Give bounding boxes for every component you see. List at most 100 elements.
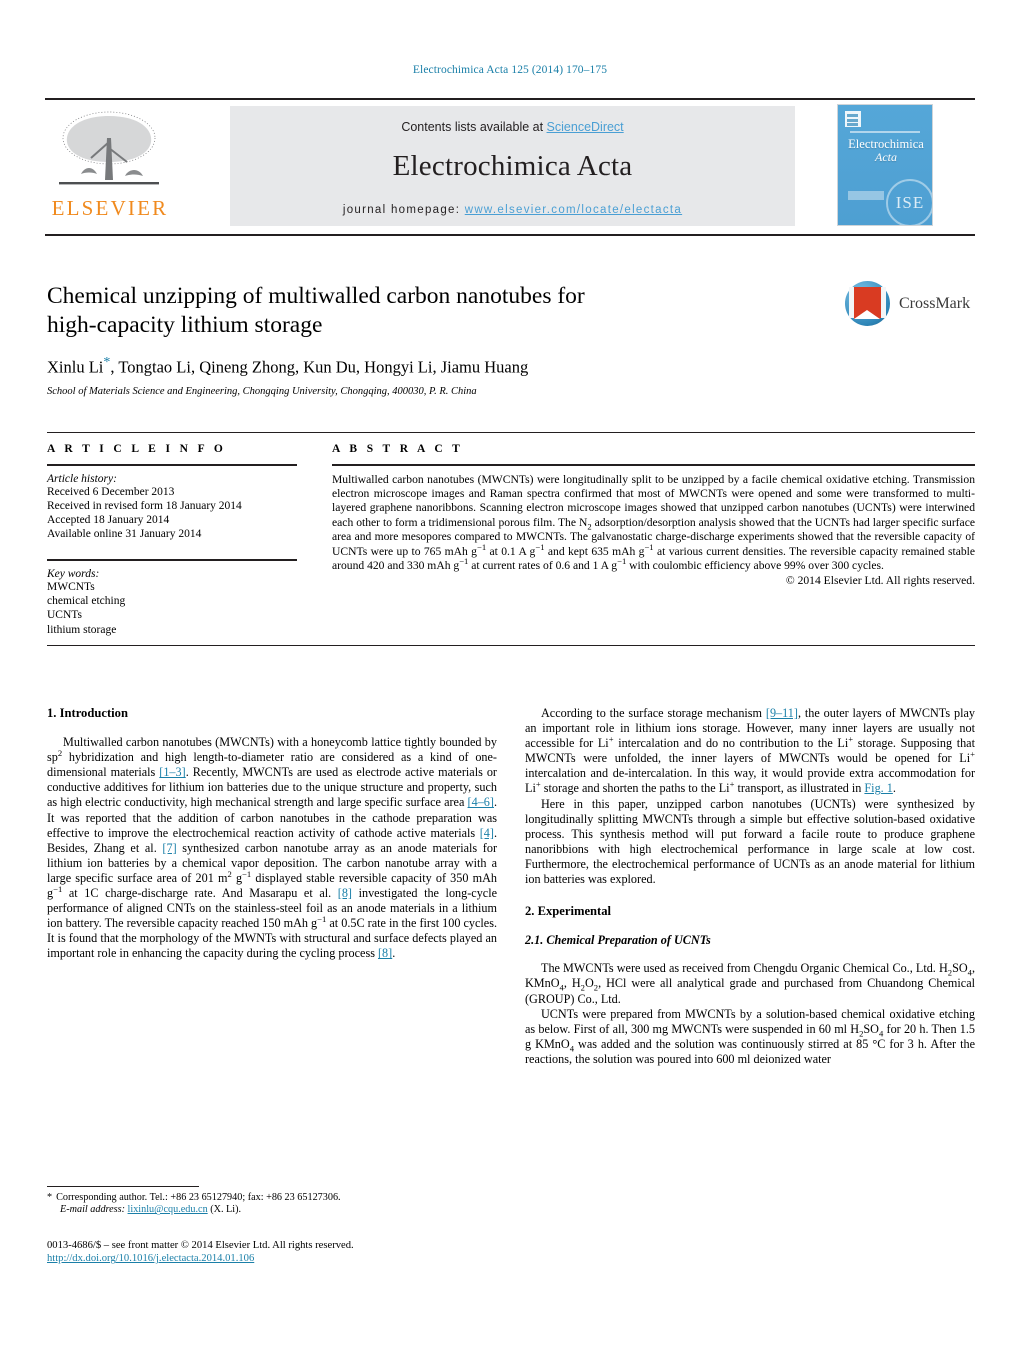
journal-homepage-line: journal homepage: www.elsevier.com/locat… [230,204,795,216]
text-run: SO [863,1021,879,1036]
info-bottom-rule [47,645,975,646]
author-first: Xinlu Li [47,357,104,377]
keyword-item: chemical etching [47,595,126,608]
abstract-sup: −1 [535,541,545,552]
journal-homepage-link[interactable]: www.elsevier.com/locate/electacta [465,204,682,216]
superscript: + [970,749,975,760]
email-label: E-mail address: [60,1204,125,1216]
citation-link[interactable]: [4] [480,826,494,840]
text-run: transport, as illustrated in [734,781,865,796]
article-info-heading: A R T I C L E I N F O [47,443,227,455]
masthead-center-box: Contents lists available at ScienceDirec… [230,106,795,226]
sciencedirect-link[interactable]: ScienceDirect [547,120,624,134]
imprint-block: 0013-4686/$ – see front matter © 2014 El… [47,1239,497,1266]
abstract-copyright: © 2014 Elsevier Ltd. All rights reserved… [785,574,975,588]
cover-title: Electrochimica Acta [838,137,932,164]
abstract-sup: −1 [476,541,487,552]
abstract-column: A B S T R A C T Multiwalled carbon nanot… [332,443,975,587]
preparation-paragraph: UCNTs were prepared from MWCNTs by a sol… [525,1007,975,1067]
abstract-heading: A B S T R A C T [332,443,464,455]
text-run: g [231,870,243,885]
article-info-rule [47,464,297,466]
subsection-heading-chemical-preparation: 2.1. Chemical Preparation of UCNTs [525,933,711,948]
text-run: , H [563,976,581,991]
contents-line: Contents lists available at ScienceDirec… [230,106,795,134]
text-run: storage and shorten the paths to the Li [540,781,730,796]
superscript: −1 [53,883,63,894]
text-run: The MWCNTs were used as received from Ch… [541,961,948,976]
footnote-text: Corresponding author. Tel.: +86 23 65127… [56,1192,341,1203]
article-history-label: Article history: [47,472,117,485]
abstract-part: and kept 635 mAh g [544,544,645,558]
doi-link[interactable]: http://dx.doi.org/10.1016/j.electacta.20… [47,1253,254,1264]
history-online: Available online 31 January 2014 [47,528,202,541]
paper-page: Electrochimica Acta 125 (2014) 170–175 E… [0,0,1020,1351]
superscript: −1 [317,914,327,925]
author-list: Xinlu Li*, Tongtao Li, Qineng Zhong, Kun… [47,355,747,378]
history-revised: Received in revised form 18 January 2014 [47,499,242,512]
cover-subtitle-line [850,131,920,133]
elsevier-logo: ELSEVIER [51,108,169,220]
crossmark-label: CrossMark [899,295,971,312]
cover-title-line1: Electrochimica [848,137,924,151]
keywords-label: Key words: [47,568,100,580]
email-line: E-mail address: lixinlu@cqu.edu.cn (X. L… [47,1204,497,1216]
masthead-bottom-rule [45,234,975,236]
crossmark-badge[interactable]: CrossMark [845,281,975,329]
elsevier-tree-icon [59,111,159,185]
footnote-star-marker: * [47,1192,53,1203]
citation-link[interactable]: [8] [338,886,352,900]
surface-storage-paragraph: According to the surface storage mechani… [525,706,975,797]
abstract-part: at current rates of 0.6 and 1 A g [468,559,618,573]
keyword-item: UCNTs [47,609,82,622]
article-title-line1: Chemical unzipping of multiwalled carbon… [47,283,585,309]
title-block: Chemical unzipping of multiwalled carbon… [47,282,747,397]
figure-link[interactable]: Fig. 1 [864,781,892,795]
section-heading-experimental: 2. Experimental [525,904,612,919]
materials-paragraph: The MWCNTs were used as received from Ch… [525,961,975,1006]
journal-title: Electrochimica Acta [392,150,633,182]
body-column-right: According to the surface storage mechani… [525,706,975,1067]
citation-link[interactable]: [1–3] [159,765,185,779]
masthead-top-rule [45,98,975,100]
abstract-sup: −1 [459,556,469,567]
citation-link[interactable]: [7] [162,841,176,855]
citation-link[interactable]: [4–6] [468,795,494,809]
abstract-part: with coulombic efficiency above 99% over… [626,559,884,573]
cover-elsevier-icon [845,111,861,127]
intro-paragraph: Multiwalled carbon nanotubes (MWCNTs) wi… [47,735,497,961]
info-top-rule [47,432,975,433]
abstract-sup: −1 [644,541,654,552]
abstract-rule [332,464,975,466]
crossmark-circle-icon [845,281,890,326]
cover-title-line2: Acta [875,150,897,164]
homepage-label: journal homepage: [342,204,465,216]
issn-line: 0013-4686/$ – see front matter © 2014 El… [47,1240,354,1251]
text-run: SO [952,961,968,976]
text-run: intercalation and do no contribution to … [613,736,849,751]
email-link[interactable]: lixinlu@cqu.edu.cn [128,1204,208,1215]
abstract-part: at 0.1 A g [486,544,536,558]
abstract-sup: −1 [617,556,627,567]
text-run: . [892,781,896,796]
running-head: Electrochimica Acta 125 (2014) 170–175 [412,64,608,76]
article-info-column: A R T I C L E I N F O Article history: R… [47,443,297,637]
keyword-item: MWCNTs [47,581,95,593]
journal-cover-thumbnail: Electrochimica Acta ISE [837,104,933,226]
abstract-text: Multiwalled carbon nanotubes (MWCNTs) we… [332,473,975,574]
keyword-item: lithium storage [47,623,117,636]
history-received: Received 6 December 2013 [47,485,175,498]
ise-society-seal-icon: ISE [886,179,932,225]
citation-link[interactable]: [9–11] [766,706,798,720]
elsevier-wordmark: ELSEVIER [51,196,169,220]
citation-link[interactable]: [8] [378,946,392,960]
contents-prefix: Contents lists available at [401,120,547,134]
text-run: was added and the solution was continuou… [525,1036,975,1066]
corresponding-author-footnote: * Corresponding author. Tel.: +86 23 6512… [47,1192,497,1217]
cover-footer-block [848,191,884,200]
page-title: Chemical unzipping of multiwalled carbon… [47,282,747,340]
text-run: O [584,976,594,991]
footnote-rule [47,1186,199,1187]
keywords-rule [47,559,297,561]
